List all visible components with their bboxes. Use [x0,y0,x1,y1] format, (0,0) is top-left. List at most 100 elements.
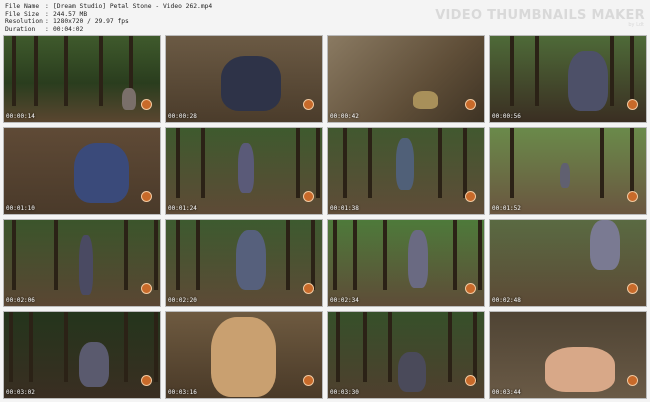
person-figure [74,143,129,203]
studio-logo-icon [627,375,638,386]
watermark-title: VIDEO THUMBNAILS MAKER [435,8,645,23]
timestamp: 00:03:16 [168,389,197,396]
tree-trunk [368,128,372,198]
tree-trunk [201,128,205,198]
timestamp: 00:01:52 [492,205,521,212]
timestamp: 00:03:44 [492,389,521,396]
studio-logo-icon [303,99,314,110]
tree-trunk [600,128,604,198]
studio-logo-icon [465,283,476,294]
thumbnail[interactable]: 00:01:38 [327,127,485,215]
tree-trunk [510,36,514,106]
tree-trunk [353,220,357,290]
thumbnail[interactable]: 00:01:24 [165,127,323,215]
thumbnail[interactable]: 00:01:52 [489,127,647,215]
info-key: Resolution [5,18,43,26]
tree-trunk [54,220,58,290]
tree-trunk [99,36,103,106]
tree-trunk [316,128,320,198]
timestamp: 00:01:24 [168,205,197,212]
studio-logo-icon [465,375,476,386]
file-info: File Name: [Dream Studio] Petal Stone - V… [5,3,212,33]
timestamp: 00:00:42 [330,113,359,120]
tree-trunk [124,312,128,382]
timestamp: 00:02:20 [168,297,197,304]
tree-trunk [438,128,442,198]
thumbnail[interactable]: 00:02:48 [489,219,647,307]
thumbnail[interactable]: 00:02:34 [327,219,485,307]
thumbnail[interactable]: 00:00:28 [165,35,323,123]
info-row-filesize: File Size:244.57 MB [5,10,88,18]
thumbnail[interactable]: 00:00:14 [3,35,161,123]
person-figure [238,143,254,193]
person-figure [396,138,414,190]
info-row-duration: Duration:00:04:02 [5,25,84,33]
tree-trunk [64,36,68,106]
tree-trunk [630,36,634,106]
timestamp: 00:01:38 [330,205,359,212]
thumbnail[interactable]: 00:03:44 [489,311,647,399]
studio-logo-icon [303,283,314,294]
tree-trunk [34,36,38,106]
studio-logo-icon [141,99,152,110]
person-figure [545,347,615,392]
thumbnail[interactable]: 00:02:06 [3,219,161,307]
person-figure [398,352,426,392]
studio-logo-icon [465,99,476,110]
person-figure [211,317,276,397]
thumbnail[interactable]: 00:01:10 [3,127,161,215]
tree-trunk [336,312,340,382]
timestamp: 00:03:30 [330,389,359,396]
timestamp: 00:02:34 [330,297,359,304]
person-figure [122,88,136,110]
studio-logo-icon [627,99,638,110]
tree-trunk [286,220,290,290]
tree-trunk [383,220,387,290]
thumbnail[interactable]: 00:03:30 [327,311,485,399]
person-figure [79,342,109,387]
info-key: File Name [5,3,40,10]
studio-logo-icon [141,283,152,294]
thumbnail[interactable]: 00:00:42 [327,35,485,123]
studio-logo-icon [141,375,152,386]
studio-logo-icon [303,375,314,386]
tree-trunk [29,312,33,382]
tree-trunk [333,220,337,290]
info-value: 00:04:02 [53,25,84,33]
timestamp: 00:03:02 [6,389,35,396]
tree-trunk [478,220,482,290]
info-key: File Size [5,10,40,18]
tree-trunk [64,312,68,382]
info-value: [Dream Studio] Petal Stone - Video 262.m… [53,3,213,10]
tree-trunk [176,220,180,290]
thumbnail[interactable]: 00:00:56 [489,35,647,123]
studio-logo-icon [627,283,638,294]
tree-trunk [473,312,477,382]
tree-trunk [453,220,457,290]
info-key: Duration [5,25,36,33]
tree-trunk [343,128,347,198]
thumbnail[interactable]: 00:02:20 [165,219,323,307]
studio-logo-icon [465,191,476,202]
tree-trunk [311,220,315,290]
info-row-filename: File Name: [Dream Studio] Petal Stone - V… [5,3,213,10]
tree-trunk [363,312,367,382]
tree-trunk [610,36,614,106]
tree-trunk [463,128,467,198]
info-value: 244.57 MB [53,10,88,18]
tree-trunk [196,220,200,290]
person-figure [408,230,428,288]
tree-trunk [176,128,180,198]
tree-trunk [510,128,514,198]
info-value: 1280x720 / 29.97 fps [53,18,129,26]
timestamp: 00:00:14 [6,113,35,120]
watermark-subtitle: by Ldt [628,22,644,28]
timestamp: 00:00:28 [168,113,197,120]
timestamp: 00:01:10 [6,205,35,212]
tree-trunk [535,36,539,106]
thumbnail[interactable]: 00:03:02 [3,311,161,399]
thumbnail[interactable]: 00:03:16 [165,311,323,399]
tree-trunk [154,220,158,290]
tree-trunk [124,220,128,290]
timestamp: 00:02:06 [6,297,35,304]
